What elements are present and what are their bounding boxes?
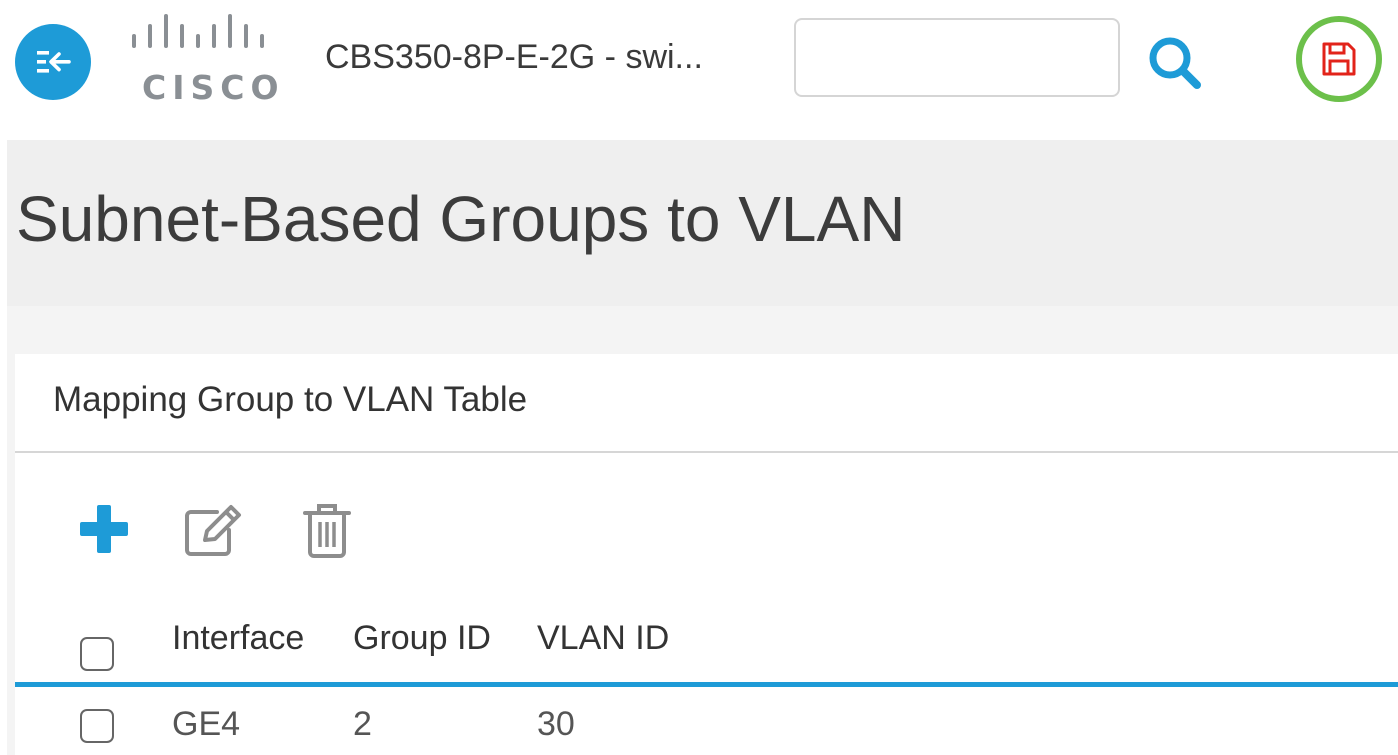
edit-button[interactable] [183, 500, 247, 560]
mapping-table-card: Mapping Group to VLAN Table Interface Gr… [15, 354, 1398, 755]
search-icon [1149, 37, 1201, 89]
add-button[interactable] [77, 502, 131, 556]
top-header: CISCO CBS350-8P-E-2G - swi... [0, 0, 1398, 140]
cell-interface: GE4 [172, 705, 241, 743]
card-divider [15, 451, 1398, 453]
cell-group-id: 2 [353, 705, 372, 743]
save-button[interactable] [1296, 16, 1382, 102]
delete-button[interactable] [301, 500, 353, 560]
cisco-logo: CISCO [128, 12, 288, 107]
cell-vlan-id: 30 [537, 705, 575, 743]
menu-toggle-button[interactable] [15, 24, 91, 100]
cisco-bars-icon [132, 14, 264, 48]
collapse-menu-icon [37, 51, 71, 73]
table-header-divider [15, 682, 1398, 687]
column-header-group-id: Group ID [353, 619, 491, 657]
save-icon [1322, 42, 1356, 76]
page-title: Subnet-Based Groups to VLAN [16, 183, 906, 255]
page-title-band: Subnet-Based Groups to VLAN [7, 140, 1398, 306]
search-button[interactable] [1142, 30, 1208, 96]
edit-icon [185, 505, 241, 556]
search-input[interactable] [794, 18, 1120, 97]
cisco-wordmark: CISCO [142, 68, 285, 107]
column-header-interface: Interface [172, 619, 305, 657]
table-title: Mapping Group to VLAN Table [53, 380, 528, 419]
device-name: CBS350-8P-E-2G - swi... [325, 38, 703, 76]
trash-icon [303, 504, 351, 558]
row-checkbox[interactable] [80, 709, 114, 743]
column-header-vlan-id: VLAN ID [537, 619, 670, 657]
plus-icon [80, 505, 128, 553]
select-all-checkbox[interactable] [80, 637, 114, 671]
